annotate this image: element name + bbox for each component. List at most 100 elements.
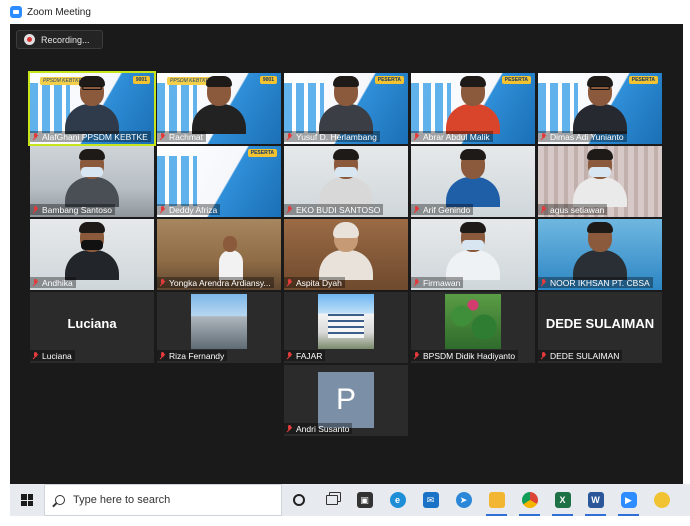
participant-tile[interactable]: DEDE SULAIMAN DEDE SULAIMAN bbox=[538, 292, 662, 363]
participant-tile[interactable]: Firmawan bbox=[411, 219, 535, 290]
cortana-icon bbox=[292, 494, 305, 506]
participant-tile[interactable]: Luciana Luciana bbox=[30, 292, 154, 363]
participant-tile[interactable]: Bambang Santoso bbox=[30, 146, 154, 217]
participant-name-label: Dimas Adi Yunianto bbox=[538, 131, 627, 142]
participant-name-label: Yongka Arendra Ardiansy... bbox=[157, 277, 274, 288]
muted-mic-icon bbox=[159, 205, 166, 214]
participant-name-label: Deddy Afriza bbox=[157, 204, 221, 215]
participant-tile[interactable]: PESERTA Abrar Abdul Malik bbox=[411, 73, 535, 144]
excel-icon: X bbox=[554, 492, 571, 508]
participant-tile[interactable]: FAJAR bbox=[284, 292, 408, 363]
meeting-gallery: Recording... 9001 PPSDM KEBTKE AlafGhani… bbox=[10, 24, 683, 484]
participant-tile[interactable]: agus setiawan bbox=[538, 146, 662, 217]
file-explorer-button[interactable] bbox=[480, 484, 513, 516]
participant-display-name: DEDE SULAIMAN bbox=[545, 316, 655, 331]
weather-icon bbox=[653, 492, 670, 508]
participant-name-label: Andri Susanto bbox=[284, 423, 353, 434]
recording-icon bbox=[24, 34, 35, 45]
muted-mic-icon bbox=[286, 278, 293, 287]
participant-name-label: Riza Fernandy bbox=[157, 350, 228, 361]
participant-tile[interactable]: P Andri Susanto bbox=[284, 365, 408, 436]
participant-name-label: Rachmat bbox=[157, 131, 207, 142]
muted-mic-icon bbox=[413, 205, 420, 214]
peserta-tag: PESERTA bbox=[247, 149, 277, 157]
participant-tile[interactable]: BPSDM Didik Hadiyanto bbox=[411, 292, 535, 363]
participant-video bbox=[63, 220, 121, 280]
muted-mic-icon bbox=[286, 351, 293, 360]
participant-video bbox=[63, 74, 121, 134]
profile-picture bbox=[445, 294, 501, 349]
profile-picture bbox=[191, 294, 247, 349]
cortana-button[interactable] bbox=[282, 484, 315, 516]
maps-icon: ➤ bbox=[455, 492, 472, 508]
mail-button[interactable]: ✉ bbox=[414, 484, 447, 516]
participant-display-name: Luciana bbox=[67, 316, 117, 331]
participant-tile[interactable]: PESERTA Deddy Afriza bbox=[157, 146, 281, 217]
search-placeholder: Type here to search bbox=[73, 494, 171, 506]
participant-tile[interactable]: PESERTA Dimas Adi Yunianto bbox=[538, 73, 662, 144]
participant-name-label: Andhika bbox=[30, 277, 76, 288]
participant-name-label: Aspita Dyah bbox=[284, 277, 345, 288]
participant-name-label: BPSDM Didik Hadiyanto bbox=[411, 350, 519, 361]
weather-button[interactable] bbox=[645, 484, 678, 516]
participant-name-label: Firmawan bbox=[411, 277, 464, 288]
muted-mic-icon bbox=[32, 132, 39, 141]
muted-mic-icon bbox=[159, 351, 166, 360]
participant-video bbox=[317, 74, 375, 134]
mail-icon: ✉ bbox=[422, 492, 439, 508]
participant-tile[interactable]: Yongka Arendra Ardiansy... bbox=[157, 219, 281, 290]
muted-mic-icon bbox=[159, 132, 166, 141]
participant-tile[interactable]: Aspita Dyah bbox=[284, 219, 408, 290]
peserta-tag: PESERTA bbox=[628, 76, 658, 84]
peserta-tag: PESERTA bbox=[501, 76, 531, 84]
word-button[interactable]: W bbox=[579, 484, 612, 516]
participant-tile[interactable]: 9001 PPSDM KEBTKE Rachmat bbox=[157, 73, 281, 144]
avatar: P bbox=[318, 372, 374, 428]
recording-indicator[interactable]: Recording... bbox=[16, 30, 103, 49]
task-view-button[interactable] bbox=[315, 484, 348, 516]
participant-tile[interactable]: NOOR IKHSAN PT. CBSA bbox=[538, 219, 662, 290]
muted-mic-icon bbox=[540, 205, 547, 214]
participant-tile[interactable]: Riza Fernandy bbox=[157, 292, 281, 363]
edge-icon: e bbox=[389, 492, 406, 508]
file-explorer-icon bbox=[488, 492, 505, 508]
chrome-button[interactable] bbox=[513, 484, 546, 516]
start-button[interactable] bbox=[10, 484, 44, 516]
taskbar-search-input[interactable]: Type here to search bbox=[44, 484, 282, 516]
participant-tile[interactable]: PESERTA Yusuf D. Herlambang bbox=[284, 73, 408, 144]
zoom-logo-icon bbox=[10, 6, 22, 18]
zoom-icon: ▶ bbox=[620, 492, 637, 508]
participant-tile[interactable]: EKO BUDI SANTOSO bbox=[284, 146, 408, 217]
muted-mic-icon bbox=[540, 278, 547, 287]
tag-9001: 9001 bbox=[259, 76, 277, 84]
participant-video bbox=[444, 74, 502, 134]
participant-name-label: Luciana bbox=[30, 350, 75, 361]
windows-logo-icon bbox=[21, 494, 33, 506]
muted-mic-icon bbox=[286, 132, 293, 141]
muted-mic-icon bbox=[32, 278, 39, 287]
store-icon: ▣ bbox=[356, 492, 373, 508]
store-button[interactable]: ▣ bbox=[348, 484, 381, 516]
recording-label: Recording... bbox=[41, 34, 90, 45]
edge-button[interactable]: e bbox=[381, 484, 414, 516]
muted-mic-icon bbox=[32, 205, 39, 214]
excel-button[interactable]: X bbox=[546, 484, 579, 516]
windows-taskbar: Type here to search ▣ e ✉ ➤ X W ▶ bbox=[10, 484, 690, 516]
participant-tile[interactable]: 9001 PPSDM KEBTKE AlafGhani PPSDM KEBTKE bbox=[28, 71, 156, 146]
participant-name-label: Bambang Santoso bbox=[30, 204, 115, 215]
participant-video bbox=[444, 147, 502, 207]
profile-picture bbox=[318, 294, 374, 349]
muted-mic-icon bbox=[32, 351, 39, 360]
participant-video bbox=[571, 220, 629, 280]
chrome-icon bbox=[521, 492, 538, 508]
muted-mic-icon bbox=[540, 351, 547, 360]
participant-tile[interactable]: Andhika bbox=[30, 219, 154, 290]
muted-mic-icon bbox=[540, 132, 547, 141]
zoom-button[interactable]: ▶ bbox=[612, 484, 645, 516]
participant-tile[interactable]: Arif Genindo bbox=[411, 146, 535, 217]
participant-name-label: NOOR IKHSAN PT. CBSA bbox=[538, 277, 653, 288]
window-title: Zoom Meeting bbox=[27, 6, 91, 18]
maps-button[interactable]: ➤ bbox=[447, 484, 480, 516]
participant-name-label: DEDE SULAIMAN bbox=[538, 350, 623, 361]
tag-9001: 9001 bbox=[132, 76, 150, 84]
